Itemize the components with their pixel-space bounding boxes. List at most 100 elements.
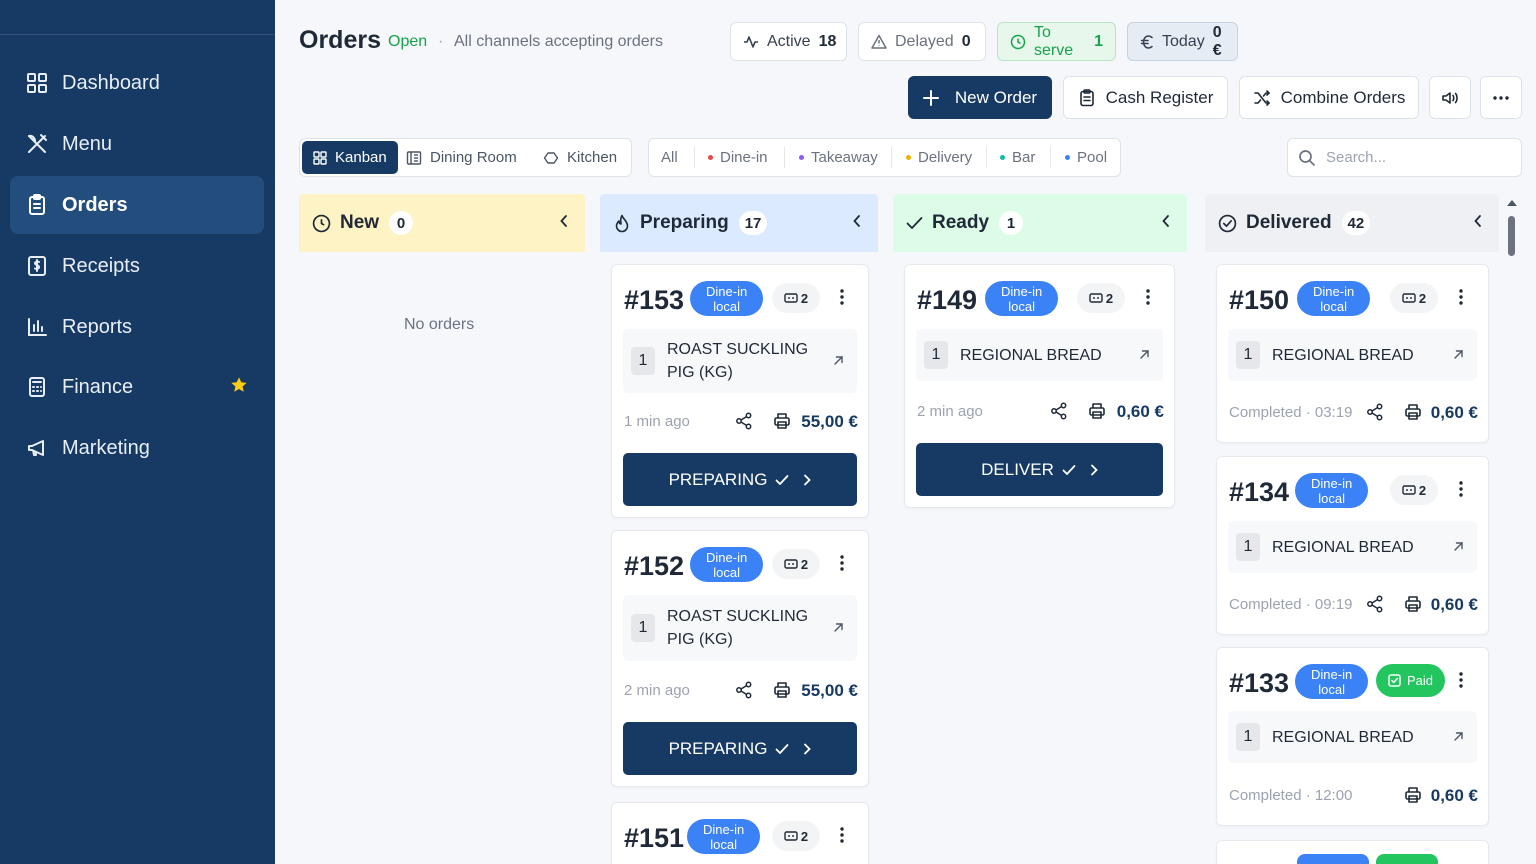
arrow-up-right-icon[interactable] — [1452, 540, 1465, 553]
clipboard-list-icon — [1078, 88, 1096, 107]
order-card-peek[interactable] — [1216, 840, 1489, 864]
order-card-153[interactable]: #153 Dine-in local 2 1 ROAST SUCKLING PIG… — [611, 264, 869, 518]
printer-icon[interactable] — [1088, 402, 1106, 420]
sound-button[interactable] — [1429, 76, 1471, 119]
chevron-left-icon[interactable] — [1161, 214, 1171, 228]
search-input[interactable] — [1326, 149, 1506, 166]
euro-icon — [1140, 34, 1154, 50]
order-type-badge: Dine-in local — [1295, 664, 1369, 699]
shuffle-icon — [1253, 89, 1271, 107]
sidebar-item-dashboard[interactable]: Dashboard — [10, 54, 264, 112]
combine-orders-label: Combine Orders — [1280, 87, 1406, 107]
item-name: REGIONAL BREAD — [1272, 346, 1414, 364]
sidebar-item-receipts[interactable]: Receipts — [10, 237, 264, 295]
share-icon[interactable] — [1366, 595, 1384, 613]
order-item[interactable]: 1 ROAST SUCKLING PIG (KG) — [623, 329, 857, 393]
sidebar-item-label: Menu — [62, 132, 113, 155]
order-item[interactable]: 1 REGIONAL BREAD — [916, 329, 1163, 381]
order-card-133[interactable]: #133 Dine-in local Paid 1 REGIONAL BREAD … — [1216, 647, 1489, 826]
order-number: #149 — [917, 285, 978, 315]
stat-value: 0 € — [1212, 23, 1222, 59]
arrow-up-right-icon[interactable] — [1452, 348, 1465, 361]
printer-icon[interactable] — [1404, 403, 1422, 421]
filter-pool[interactable]: Pool — [1065, 139, 1107, 176]
sidebar-item-marketing[interactable]: Marketing — [10, 419, 264, 477]
cash-register-button[interactable]: Cash Register — [1063, 76, 1228, 119]
chevron-left-icon[interactable] — [559, 214, 569, 228]
tab-dining-room[interactable]: Dining Room — [395, 141, 528, 174]
new-order-button[interactable]: New Order — [908, 76, 1052, 119]
order-item[interactable]: 1 REGIONAL BREAD — [1228, 711, 1477, 763]
stat-to-serve[interactable]: To serve 1 — [997, 22, 1116, 61]
arrow-up-right-icon[interactable] — [1138, 348, 1151, 361]
printer-icon[interactable] — [1404, 595, 1422, 613]
sidebar-item-menu[interactable]: Menu — [10, 115, 264, 173]
order-card-151[interactable]: #151 Dine-in local 2 — [611, 802, 869, 864]
preparing-button[interactable]: PREPARING — [623, 453, 857, 506]
scroll-up-icon[interactable] — [1507, 200, 1517, 206]
order-card-152[interactable]: #152 Dine-in local 2 1 ROAST SUCKLING PIG… — [611, 530, 869, 787]
printer-icon[interactable] — [1404, 786, 1422, 804]
more-vertical-icon[interactable] — [1459, 672, 1463, 688]
share-icon[interactable] — [1050, 402, 1068, 420]
sidebar-item-reports[interactable]: Reports — [10, 298, 264, 356]
sidebar-item-orders[interactable]: Orders — [10, 176, 264, 234]
sidebar-item-finance[interactable]: Finance — [10, 358, 264, 416]
share-icon[interactable] — [735, 681, 753, 699]
arrow-up-right-icon[interactable] — [832, 354, 845, 367]
printer-icon[interactable] — [773, 412, 791, 430]
more-vertical-icon[interactable] — [1459, 481, 1463, 497]
stat-delayed[interactable]: Delayed 0 — [858, 22, 986, 61]
chevron-left-icon[interactable] — [1473, 214, 1483, 228]
stat-today[interactable]: Today 0 € — [1127, 22, 1238, 61]
chevron-left-icon[interactable] — [852, 214, 862, 228]
action-label: DELIVER — [981, 459, 1054, 479]
tab-kitchen[interactable]: Kitchen — [532, 141, 628, 174]
store-status: Open — [388, 33, 428, 50]
more-options-button[interactable] — [1480, 76, 1522, 119]
clock-icon — [1010, 34, 1026, 50]
status-subtitle: All channels accepting orders — [454, 33, 664, 50]
ticket-icon — [1089, 292, 1103, 304]
order-item[interactable]: 1 ROAST SUCKLING PIG (KG) — [623, 595, 857, 661]
more-vertical-icon[interactable] — [840, 289, 844, 305]
column-count: 1 — [999, 211, 1024, 235]
filter-all[interactable]: All — [661, 139, 678, 176]
item-name: REGIONAL BREAD — [1272, 538, 1414, 556]
item-quantity: 1 — [1236, 723, 1260, 751]
share-icon[interactable] — [735, 412, 753, 430]
more-vertical-icon[interactable] — [840, 555, 844, 571]
order-card-149[interactable]: #149 Dine-in local 2 1 REGIONAL BREAD 2 m… — [904, 264, 1175, 508]
stat-active[interactable]: Active 18 — [730, 22, 847, 61]
arrow-up-right-icon[interactable] — [832, 621, 845, 634]
scroll-thumb[interactable] — [1508, 216, 1515, 256]
grid-icon — [313, 150, 327, 165]
item-quantity: 1 — [631, 347, 655, 375]
filter-delivery[interactable]: Delivery — [906, 139, 972, 176]
deliver-button[interactable]: DELIVER — [916, 443, 1163, 496]
share-icon[interactable] — [1366, 403, 1384, 421]
order-item[interactable]: 1 REGIONAL BREAD — [1228, 329, 1477, 381]
printer-icon[interactable] — [773, 681, 791, 699]
more-vertical-icon[interactable] — [840, 827, 844, 843]
paid-badge — [1376, 854, 1438, 864]
arrow-up-right-icon[interactable] — [1452, 730, 1465, 743]
star-icon[interactable] — [230, 376, 248, 400]
order-number: #153 — [624, 285, 685, 315]
filter-label: Pool — [1077, 149, 1108, 166]
order-card-150[interactable]: #150 Dine-in local 2 1 REGIONAL BREAD Com… — [1216, 264, 1489, 443]
filter-dine-in[interactable]: Dine-in — [708, 139, 768, 176]
chevron-right-icon — [803, 474, 812, 486]
filter-label: Dine-in — [720, 149, 768, 166]
filter-takeaway[interactable]: Takeaway — [799, 139, 878, 176]
tab-kanban[interactable]: Kanban — [302, 141, 398, 174]
order-item[interactable]: 1 REGIONAL BREAD — [1228, 521, 1477, 573]
column-header-delivered: Delivered 42 — [1205, 194, 1499, 252]
preparing-button[interactable]: PREPARING — [623, 722, 857, 775]
filter-bar[interactable]: Bar — [1000, 139, 1035, 176]
combine-orders-button[interactable]: Combine Orders — [1239, 76, 1419, 119]
order-card-134[interactable]: #134 Dine-in local 2 1 REGIONAL BREAD Com… — [1216, 456, 1489, 635]
more-vertical-icon[interactable] — [1146, 289, 1150, 305]
board-scrollbar[interactable] — [1506, 200, 1517, 864]
more-vertical-icon[interactable] — [1459, 289, 1463, 305]
